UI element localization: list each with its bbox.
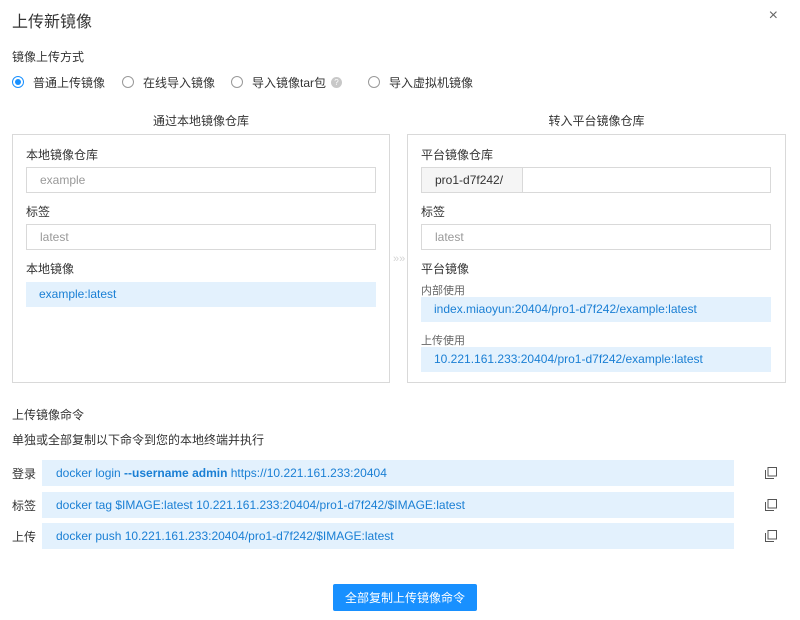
- radio-unchecked-icon[interactable]: [368, 76, 380, 88]
- local-repo-pane: 本地镜像仓库 example 标签 latest 本地镜像 example:la…: [12, 134, 390, 383]
- local-tag-input[interactable]: latest: [26, 224, 376, 250]
- upload-use-label: 上传使用: [421, 335, 465, 347]
- cmd-login-field: docker login --username admin https://10…: [42, 460, 734, 486]
- platform-pane-heading: 转入平台镜像仓库: [548, 114, 645, 128]
- cmd-login-suffix: https://10.221.161.233:20404: [227, 466, 387, 480]
- upload-commands-label: 上传镜像命令: [12, 408, 85, 422]
- upload-commands-hint: 单独或全部复制以下命令到您的本地终端并执行: [12, 433, 265, 447]
- local-repo-input[interactable]: example: [26, 167, 376, 193]
- upload-method-radio-group: 普通上传镜像 在线导入镜像 导入镜像tar包 ? 导入虚拟机镜像: [12, 74, 473, 90]
- dialog-title: 上传新镜像: [12, 14, 93, 31]
- platform-image-label: 平台镜像: [421, 262, 470, 276]
- cmd-login-username: --username admin: [124, 466, 228, 480]
- radio-unchecked-icon[interactable]: [122, 76, 134, 88]
- upload-method-label: 镜像上传方式: [12, 50, 85, 64]
- transfer-arrow-icon: »»: [393, 253, 406, 265]
- radio-unchecked-icon[interactable]: [231, 76, 243, 88]
- close-icon[interactable]: ×: [769, 8, 778, 24]
- internal-use-label: 内部使用: [421, 285, 465, 297]
- radio-import-tar[interactable]: 导入镜像tar包 ?: [231, 74, 368, 91]
- copy-icon[interactable]: [758, 492, 784, 518]
- radio-label: 普通上传镜像: [33, 75, 106, 90]
- platform-repo-pane: 平台镜像仓库 pro1-d7f242/ 标签 latest 平台镜像 内部使用 …: [407, 134, 786, 383]
- radio-label: 导入虚拟机镜像: [389, 75, 474, 90]
- copy-all-commands-button[interactable]: 全部复制上传镜像命令: [333, 584, 477, 611]
- platform-repo-input[interactable]: pro1-d7f242/: [421, 167, 771, 193]
- repo-prefix: pro1-d7f242/: [422, 168, 523, 192]
- radio-label: 在线导入镜像: [143, 75, 216, 90]
- question-circle-icon[interactable]: ?: [331, 76, 343, 88]
- radio-online-import[interactable]: 在线导入镜像: [122, 74, 231, 91]
- radio-import-vm[interactable]: 导入虚拟机镜像: [368, 74, 473, 91]
- radio-label: 导入镜像tar包: [252, 75, 327, 90]
- cmd-push-field: docker push 10.221.161.233:20404/pro1-d7…: [42, 523, 734, 549]
- cmd-push-label: 上传: [12, 530, 37, 544]
- internal-image-value: index.miaoyun:20404/pro1-d7f242/example:…: [421, 297, 771, 322]
- copy-icon[interactable]: [758, 460, 784, 486]
- local-pane-heading: 通过本地镜像仓库: [152, 114, 249, 128]
- local-tag-label: 标签: [26, 205, 51, 219]
- copy-icon[interactable]: [758, 523, 784, 549]
- cmd-login-prefix: docker login: [56, 466, 125, 480]
- local-image-label: 本地镜像: [26, 262, 75, 276]
- platform-tag-input[interactable]: latest: [421, 224, 771, 250]
- platform-repo-label: 平台镜像仓库: [421, 148, 494, 162]
- local-image-value: example:latest: [26, 282, 376, 307]
- cmd-tag-field: docker tag $IMAGE:latest 10.221.161.233:…: [42, 492, 734, 518]
- local-repo-label: 本地镜像仓库: [26, 148, 99, 162]
- cmd-tag-label: 标签: [12, 499, 37, 513]
- radio-checked-icon[interactable]: [12, 76, 24, 88]
- radio-normal-upload[interactable]: 普通上传镜像: [12, 74, 122, 91]
- upload-image-value: 10.221.161.233:20404/pro1-d7f242/example…: [421, 347, 771, 372]
- cmd-login-label: 登录: [12, 467, 37, 481]
- platform-tag-label: 标签: [421, 205, 446, 219]
